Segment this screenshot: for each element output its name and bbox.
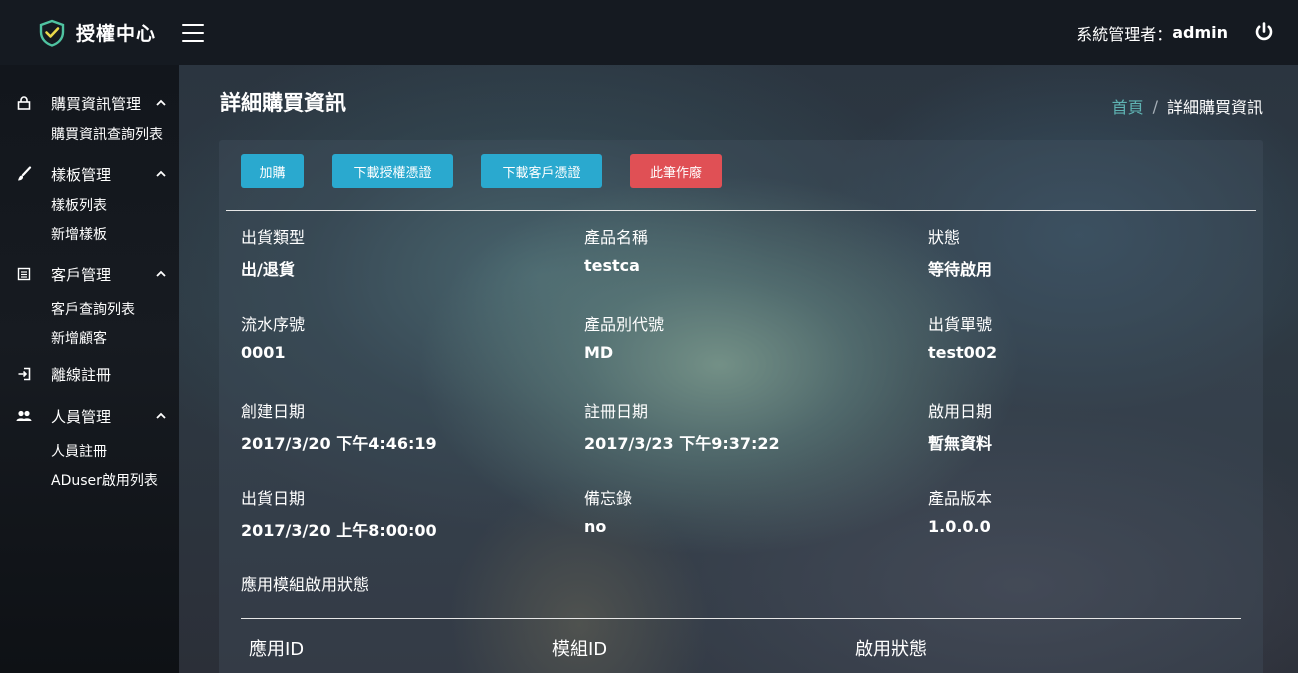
divider: [226, 210, 1256, 211]
label-shipment-type: 出貨類型: [241, 228, 306, 247]
lock-icon: [16, 95, 32, 111]
value-product-code: MD: [584, 343, 614, 362]
users-icon: [16, 408, 32, 424]
sidebar-item-label: 樣板管理: [51, 165, 112, 184]
label-registered-date: 註冊日期: [584, 402, 649, 421]
hamburger-icon: [182, 23, 205, 26]
table-divider: [241, 618, 1241, 619]
sidebar-group-purchase: 購買資訊管理 購買資訊查詢列表: [0, 89, 179, 150]
label-memo: 備忘錄: [584, 489, 633, 508]
user-name: admin: [1172, 23, 1228, 42]
sidebar-item-label: 人員管理: [51, 407, 112, 426]
menu-toggle-button[interactable]: [182, 23, 205, 42]
value-product-version: 1.0.0.0: [928, 517, 991, 536]
label-created-date: 創建日期: [241, 402, 306, 421]
breadcrumb-home-link[interactable]: 首頁: [1112, 94, 1144, 118]
value-memo: no: [584, 517, 607, 536]
app-title: 授權中心: [76, 23, 157, 45]
download-customer-cert-button[interactable]: 下載客戶憑證: [481, 154, 602, 188]
module-status-title: 應用模組啟用狀態: [241, 575, 370, 594]
sidebar-item-purchase-management[interactable]: 購買資訊管理: [0, 89, 179, 117]
breadcrumb-current: 詳細購買資訊: [1166, 98, 1263, 117]
chevron-up-icon: [156, 270, 166, 277]
sidebar-subitem-add-template[interactable]: 新增樣板: [0, 221, 179, 250]
sidebar-item-offline-register[interactable]: 離線註冊: [0, 360, 179, 388]
sidebar: 購買資訊管理 購買資訊查詢列表 樣板管理 樣板列表 新增樣板 客戶管理 客戶查詢…: [0, 65, 179, 673]
chevron-up-icon: [156, 412, 166, 419]
chevron-up-icon: [156, 99, 166, 106]
sidebar-group-customer: 客戶管理 客戶查詢列表 新增顧客: [0, 260, 179, 354]
brand[interactable]: 授權中心: [38, 19, 156, 47]
list-icon: [16, 266, 32, 282]
power-icon[interactable]: [1252, 20, 1276, 44]
user-info: 系統管理者： admin: [1076, 0, 1273, 65]
label-serial-number: 流水序號: [241, 315, 306, 334]
sidebar-subitem-template-list[interactable]: 樣板列表: [0, 192, 179, 221]
top-navbar: 授權中心 系統管理者： admin: [0, 0, 1298, 65]
sidebar-item-label: 客戶管理: [51, 265, 112, 284]
detail-card: 加購 下載授權憑證 下載客戶憑證 此筆作廢 出貨類型 出/退貨 產品名稱 tes…: [219, 140, 1263, 673]
value-created-date: 2017/3/20 下午4:46:19: [241, 434, 437, 453]
breadcrumb: 首頁 / 詳細購買資訊: [1112, 94, 1263, 118]
chevron-up-icon: [156, 170, 166, 177]
sidebar-group-offline: 離線註冊: [0, 360, 179, 388]
value-shipment-number: test002: [928, 343, 998, 362]
label-status: 狀態: [928, 228, 961, 247]
main-content: 詳細購買資訊 首頁 / 詳細購買資訊 加購 下載授權憑證 下載客戶憑證 此筆作廢…: [179, 65, 1298, 673]
value-status: 等待啟用: [928, 260, 993, 279]
sidebar-item-customer-management[interactable]: 客戶管理: [0, 260, 179, 288]
sidebar-item-label: 購買資訊管理: [51, 94, 142, 113]
column-header-activation-status: 啟用狀態: [855, 639, 927, 660]
user-role-label: 系統管理者：: [1076, 24, 1173, 44]
sidebar-item-label: 離線註冊: [51, 365, 112, 384]
value-registered-date: 2017/3/23 下午9:37:22: [584, 434, 780, 453]
label-product-name: 產品名稱: [584, 228, 649, 247]
sidebar-item-staff-management[interactable]: 人員管理: [0, 402, 179, 430]
value-activated-date: 暫無資料: [928, 434, 993, 453]
sign-in-icon: [16, 366, 32, 382]
sidebar-subitem-add-customer[interactable]: 新增顧客: [0, 325, 179, 354]
value-shipment-type: 出/退貨: [241, 260, 295, 279]
label-activated-date: 啟用日期: [928, 402, 993, 421]
label-product-code: 產品別代號: [584, 315, 665, 334]
sidebar-item-template-management[interactable]: 樣板管理: [0, 160, 179, 188]
sidebar-subitem-customer-list[interactable]: 客戶查詢列表: [0, 296, 179, 325]
page-title: 詳細購買資訊: [220, 91, 346, 115]
download-license-button[interactable]: 下載授權憑證: [332, 154, 453, 188]
label-shipment-number: 出貨單號: [928, 315, 993, 334]
brush-icon: [16, 166, 32, 182]
shield-check-icon: [39, 19, 65, 47]
label-product-version: 產品版本: [928, 489, 993, 508]
void-button[interactable]: 此筆作廢: [630, 154, 722, 188]
column-header-module-id: 模組ID: [552, 639, 608, 660]
sidebar-group-staff: 人員管理 人員註冊 ADuser啟用列表: [0, 402, 179, 496]
sidebar-subitem-staff-register[interactable]: 人員註冊: [0, 438, 179, 467]
add-purchase-button[interactable]: 加購: [241, 154, 304, 188]
breadcrumb-separator: /: [1152, 96, 1158, 116]
sidebar-subitem-aduser-list[interactable]: ADuser啟用列表: [0, 467, 179, 496]
sidebar-subitem-purchase-list[interactable]: 購買資訊查詢列表: [0, 121, 179, 150]
value-product-name: testca: [584, 256, 640, 275]
value-serial-number: 0001: [241, 343, 286, 362]
sidebar-group-template: 樣板管理 樣板列表 新增樣板: [0, 160, 179, 250]
value-shipment-date: 2017/3/20 上午8:00:00: [241, 521, 437, 540]
label-shipment-date: 出貨日期: [241, 489, 306, 508]
column-header-app-id: 應用ID: [249, 639, 305, 660]
